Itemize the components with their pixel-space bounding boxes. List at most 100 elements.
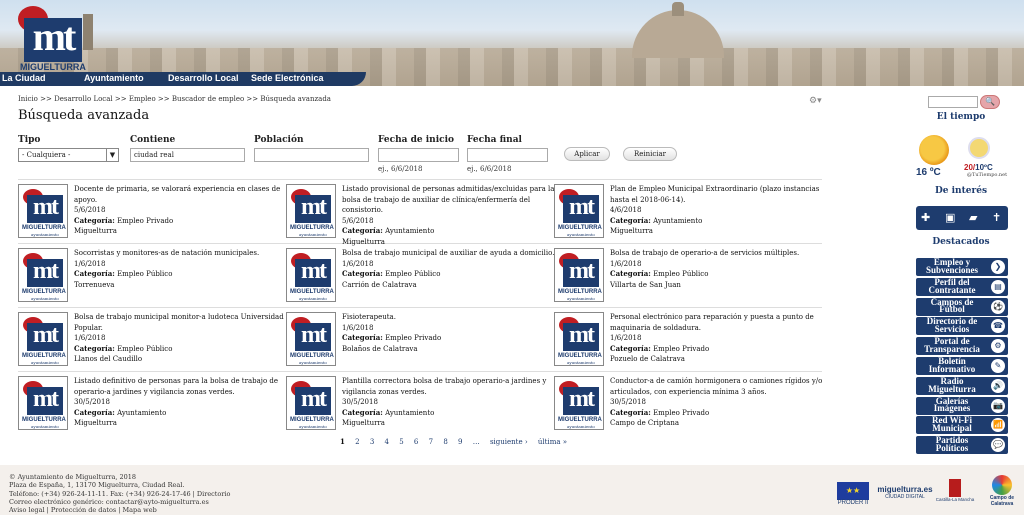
nav-sede-electronica[interactable]: Sede Electrónica: [251, 73, 324, 83]
breadcrumb-desarrollo-local[interactable]: Desarrollo Local: [54, 95, 113, 103]
result-category: Empleo Público: [117, 270, 173, 278]
page-link[interactable]: 4: [385, 438, 389, 446]
destacado-icon: ☎: [991, 319, 1005, 334]
result-title[interactable]: Bolsa de trabajo municipal monitor-a lud…: [74, 312, 288, 333]
result-title[interactable]: Bolsa de trabajo de operario-a de servic…: [610, 248, 824, 259]
result-thumbnail[interactable]: mt MIGUELTURRA ayuntamiento: [554, 312, 604, 366]
reset-button[interactable]: Reiniciar: [623, 147, 677, 161]
page-link[interactable]: 8: [443, 438, 447, 446]
result-title[interactable]: Socorristas y monitores-as de natación m…: [74, 248, 288, 259]
result-item[interactable]: mt MIGUELTURRA ayuntamiento Plantilla corre…: [286, 376, 551, 436]
result-title[interactable]: Plan de Empleo Municipal Extraordinario …: [610, 184, 824, 205]
weather-source[interactable]: @TuTiempo.net: [967, 172, 1007, 178]
result-thumbnail[interactable]: mt MIGUELTURRA ayuntamiento: [286, 184, 336, 238]
destacado-label: Directorio de Servicios: [926, 316, 978, 335]
destacado-button[interactable]: Galerías Imágenes 📷: [916, 396, 1008, 415]
result-title[interactable]: Plantilla correctora bolsa de trabajo op…: [342, 376, 556, 397]
page-link[interactable]: 7: [429, 438, 433, 446]
result-thumbnail[interactable]: mt MIGUELTURRA ayuntamiento: [286, 312, 336, 366]
result-title[interactable]: Conductor-a de camión hormigonera o cami…: [610, 376, 824, 397]
result-item[interactable]: mt MIGUELTURRA ayuntamiento Docente de prim…: [18, 184, 283, 244]
destacado-button[interactable]: Radio Miguelturra 🔊: [916, 376, 1008, 395]
next-page-link[interactable]: siguiente ›: [490, 438, 528, 446]
fecha-final-input[interactable]: [467, 148, 548, 162]
result-item[interactable]: mt MIGUELTURRA ayuntamiento Socorristas y m…: [18, 248, 283, 308]
header-banner: mt MIGUELTURRA La Ciudad Ayuntamiento De…: [0, 0, 1024, 86]
result-category: Ayuntamiento: [117, 408, 167, 417]
car-icon[interactable]: ▰: [969, 211, 977, 224]
tipo-label: Tipo: [18, 135, 41, 145]
destacado-button[interactable]: Campos de Fútbol ⚽: [916, 297, 1008, 316]
destacado-button[interactable]: Empleo y Subvenciones ❯: [916, 258, 1008, 276]
result-date: 1/6/2018: [74, 259, 106, 268]
destacado-label: Perfil del Contratante: [928, 276, 976, 295]
result-category: Empleo Privado: [653, 344, 710, 353]
result-thumbnail[interactable]: mt MIGUELTURRA ayuntamiento: [286, 248, 336, 302]
page-link[interactable]: 5: [399, 438, 403, 446]
nav-la-ciudad[interactable]: La Ciudad: [2, 73, 46, 83]
poblacion-input[interactable]: [254, 148, 369, 162]
destacado-button[interactable]: Perfil del Contratante ▤: [916, 276, 1008, 296]
result-item[interactable]: mt MIGUELTURRA ayuntamiento Bolsa de trabaj…: [554, 248, 819, 308]
chevron-down-icon[interactable]: ▼: [106, 149, 118, 161]
site-logo[interactable]: mt MIGUELTURRA: [18, 6, 86, 72]
result-thumbnail[interactable]: mt MIGUELTURRA ayuntamiento: [286, 376, 336, 430]
cross-icon[interactable]: ✝: [992, 211, 1001, 224]
destacado-button[interactable]: Portal de Transparencia ⚙: [916, 337, 1008, 356]
nav-desarrollo-local[interactable]: Desarrollo Local: [168, 73, 239, 83]
tipo-select[interactable]: - Cualquiera - ▼: [18, 148, 119, 162]
result-thumbnail[interactable]: mt MIGUELTURRA ayuntamiento: [18, 376, 68, 430]
result-thumbnail[interactable]: mt MIGUELTURRA ayuntamiento: [18, 248, 68, 302]
last-page-link[interactable]: última »: [538, 438, 567, 446]
page-link[interactable]: 9: [458, 438, 462, 446]
result-title[interactable]: Bolsa de trabajo municipal de auxiliar d…: [342, 248, 556, 259]
result-item[interactable]: mt MIGUELTURRA ayuntamiento Listado definit…: [18, 376, 283, 436]
result-title[interactable]: Listado definitivo de personas para la b…: [74, 376, 288, 397]
footer-links[interactable]: Aviso legal | Protección de datos | Mapa…: [9, 506, 230, 514]
result-title[interactable]: Docente de primaria, se valorará experie…: [74, 184, 288, 205]
page-link[interactable]: 6: [414, 438, 418, 446]
weather-title: El tiempo: [936, 112, 986, 122]
result-title[interactable]: Fisioterapeuta.: [342, 312, 556, 323]
destacado-button[interactable]: Directorio de Servicios ☎: [916, 316, 1008, 336]
footer: © Ayuntamiento de Miguelturra, 2018 Plaz…: [0, 465, 1024, 515]
gear-icon[interactable]: ⚙▾: [809, 96, 822, 106]
fecha-inicio-input[interactable]: [378, 148, 459, 162]
result-thumbnail[interactable]: mt MIGUELTURRA ayuntamiento: [18, 312, 68, 366]
result-item[interactable]: mt MIGUELTURRA ayuntamiento Personal electr…: [554, 312, 819, 372]
nav-ayuntamiento[interactable]: Ayuntamiento: [84, 73, 144, 83]
breadcrumb-inicio[interactable]: Inicio: [18, 95, 38, 103]
destacado-button[interactable]: Red Wi-Fi Municipal 📶: [916, 416, 1008, 435]
page-ellipsis: …: [472, 438, 480, 446]
apply-button[interactable]: Aplicar: [564, 147, 610, 161]
search-icon[interactable]: 🔍: [980, 95, 1000, 109]
site-search-input[interactable]: [928, 96, 978, 108]
result-title[interactable]: Listado provisional de personas admitida…: [342, 184, 556, 216]
contiene-input[interactable]: ciudad real: [130, 148, 245, 162]
result-item[interactable]: mt MIGUELTURRA ayuntamiento Fisioterapeuta.…: [286, 312, 551, 372]
pharmacy-icon[interactable]: ✚: [921, 211, 930, 224]
result-item[interactable]: mt MIGUELTURRA ayuntamiento Listado provisi…: [286, 184, 554, 246]
result-item[interactable]: mt MIGUELTURRA ayuntamiento Bolsa de trabaj…: [286, 248, 554, 308]
result-item[interactable]: mt MIGUELTURRA ayuntamiento Conductor-a de …: [554, 376, 822, 436]
destacado-button[interactable]: Partidos Políticos 💬: [916, 436, 1008, 455]
result-category: Empleo Público: [653, 270, 709, 278]
destacado-button[interactable]: Boletín Informativo ✎: [916, 357, 1008, 375]
breadcrumb-empleo[interactable]: Empleo: [129, 95, 156, 103]
result-item[interactable]: mt MIGUELTURRA ayuntamiento Plan de Empleo …: [554, 184, 819, 244]
result-title[interactable]: Personal electrónico para reparación y p…: [610, 312, 824, 333]
bus-icon[interactable]: ▣: [945, 211, 955, 224]
page-link[interactable]: 3: [370, 438, 374, 446]
result-thumbnail[interactable]: mt MIGUELTURRA ayuntamiento: [554, 184, 604, 238]
result-thumbnail[interactable]: mt MIGUELTURRA ayuntamiento: [18, 184, 68, 238]
result-thumbnail[interactable]: mt MIGUELTURRA ayuntamiento: [554, 376, 604, 430]
result-category-label: Categoría:: [610, 343, 651, 353]
breadcrumb-buscador[interactable]: Buscador de empleo: [172, 95, 244, 103]
result-thumbnail[interactable]: mt MIGUELTURRA ayuntamiento: [554, 248, 604, 302]
result-category: Empleo Público: [117, 344, 173, 353]
result-item[interactable]: mt MIGUELTURRA ayuntamiento Bolsa de trabaj…: [18, 312, 284, 372]
page-link[interactable]: 2: [355, 438, 359, 446]
result-place: Villarta de San Juan: [610, 280, 681, 289]
page-link[interactable]: 1: [340, 437, 345, 446]
church-dome: [632, 10, 724, 58]
